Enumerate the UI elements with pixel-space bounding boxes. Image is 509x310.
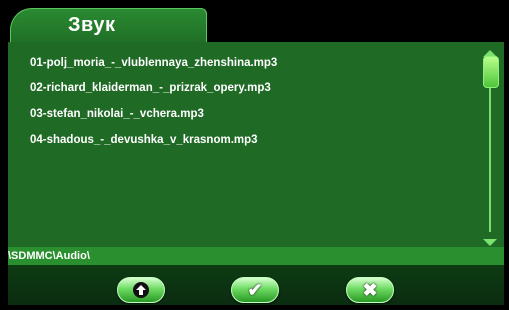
scroll-down-icon[interactable]	[483, 239, 497, 246]
file-item[interactable]: 04-shadous_-_devushka_v_krasnom.mp3	[30, 134, 258, 146]
up-arrow-icon	[133, 282, 149, 298]
current-path: \SDMMC\Audio\	[8, 250, 90, 262]
scroll-thumb[interactable]	[483, 56, 499, 88]
file-list-panel: 01-polj_moria_-_vlublennaya_zhenshina.mp…	[8, 42, 504, 247]
close-icon: ✖	[362, 280, 378, 300]
file-item[interactable]: 01-polj_moria_-_vlublennaya_zhenshina.mp…	[30, 57, 277, 69]
button-bar: ✔ ✖	[8, 265, 504, 305]
up-button[interactable]	[117, 277, 165, 303]
file-item[interactable]: 03-stefan_nikolai_-_vchera.mp3	[30, 108, 204, 120]
tab-label: Звук	[68, 14, 116, 36]
checkmark-icon: ✔	[247, 280, 263, 300]
scrollbar[interactable]	[483, 50, 499, 246]
path-bar: \SDMMC\Audio\	[8, 247, 504, 265]
ok-button[interactable]: ✔	[231, 277, 279, 303]
file-item[interactable]: 02-richard_klaiderman_-_prizrak_opery.mp…	[30, 82, 271, 94]
close-button[interactable]: ✖	[346, 277, 394, 303]
